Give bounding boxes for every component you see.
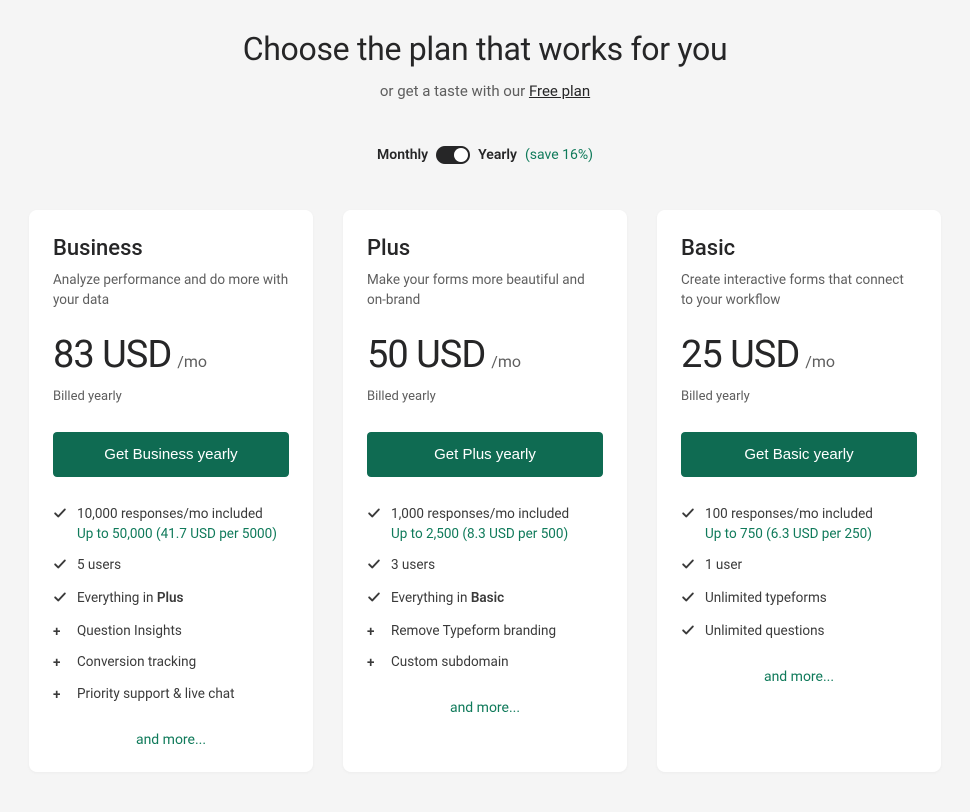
free-plan-link[interactable]: Free plan [529,82,590,100]
monthly-label[interactable]: Monthly [377,147,428,163]
feature-item: 3 users [367,550,603,583]
pricing-cards: Business Analyze performance and do more … [28,210,942,772]
plan-period: /mo [805,352,835,371]
get-basic-button[interactable]: Get Basic yearly [681,432,917,477]
feature-text: 5 users [77,556,121,577]
plan-card-basic: Basic Create interactive forms that conne… [657,210,941,772]
plus-icon: + [367,654,381,673]
check-icon [681,557,695,577]
check-icon [681,623,695,643]
feature-text: 3 users [391,556,435,577]
page-title: Choose the plan that works for you [28,30,942,68]
check-icon [681,590,695,610]
plan-description: Analyze performance and do more with you… [53,271,289,311]
and-more-link[interactable]: and more... [450,700,520,716]
plan-period: /mo [177,352,207,371]
plan-billed: Billed yearly [681,389,917,404]
plus-icon: + [53,623,67,642]
check-icon [367,506,381,544]
and-more: and more... [53,729,289,748]
get-plus-button[interactable]: Get Plus yearly [367,432,603,477]
plus-icon: + [53,654,67,673]
plan-description: Make your forms more beautiful and on-br… [367,271,603,311]
check-icon [53,557,67,577]
plan-price-row: 83 USD/mo [53,333,289,377]
feature-item: + Custom subdomain [367,647,603,679]
feature-text: Conversion tracking [77,653,196,673]
check-icon [367,590,381,610]
feature-item: + Question Insights [53,616,289,648]
feature-subtext: Up to 2,500 (8.3 USD per 500) [391,525,569,544]
feature-item: 10,000 responses/mo includedUp to 50,000… [53,499,289,550]
billing-toggle-row: Monthly Yearly (save 16%) [28,146,942,164]
feature-item: Everything in Basic [367,583,603,616]
get-business-button[interactable]: Get Business yearly [53,432,289,477]
plan-billed: Billed yearly [367,389,603,404]
feature-subtext: Up to 50,000 (41.7 USD per 5000) [77,525,277,544]
check-icon [367,557,381,577]
and-more: and more... [681,666,917,685]
feature-item: + Remove Typeform branding [367,616,603,648]
plan-name: Plus [367,236,603,261]
subtitle: or get a taste with our Free plan [28,82,942,100]
plan-period: /mo [491,352,521,371]
plan-description: Create interactive forms that connect to… [681,271,917,311]
feature-text: Everything in Basic [391,589,504,610]
feature-text: Everything in Plus [77,589,183,610]
feature-text: Remove Typeform branding [391,622,556,642]
feature-text: 100 responses/mo includedUp to 750 (6.3 … [705,505,873,544]
save-badge: (save 16%) [525,147,593,163]
plan-price-row: 25 USD/mo [681,333,917,377]
plan-price-row: 50 USD/mo [367,333,603,377]
plan-name: Business [53,236,289,261]
feature-item: 1 user [681,550,917,583]
feature-item: + Conversion tracking [53,647,289,679]
feature-item: 1,000 responses/mo includedUp to 2,500 (… [367,499,603,550]
billing-toggle[interactable] [436,146,470,164]
feature-text: Unlimited questions [705,622,825,643]
feature-text: Priority support & live chat [77,685,235,705]
check-icon [53,506,67,544]
plus-icon: + [367,623,381,642]
plan-price: 83 USD [53,333,171,377]
subtitle-prefix: or get a taste with our [380,82,529,100]
feature-text: Custom subdomain [391,653,509,673]
feature-item: Unlimited questions [681,616,917,649]
feature-text: 10,000 responses/mo includedUp to 50,000… [77,505,277,544]
plan-card-business: Business Analyze performance and do more … [29,210,313,772]
feature-item: Everything in Plus [53,583,289,616]
feature-subtext: Up to 750 (6.3 USD per 250) [705,525,873,544]
feature-text: 1 user [705,556,742,577]
plan-price: 25 USD [681,333,799,377]
feature-item: 5 users [53,550,289,583]
feature-item: + Priority support & live chat [53,679,289,711]
plan-card-plus: Plus Make your forms more beautiful and o… [343,210,627,772]
and-more: and more... [367,697,603,716]
yearly-label[interactable]: Yearly [478,147,517,163]
feature-text: Question Insights [77,622,182,642]
feature-text: Unlimited typeforms [705,589,827,610]
plan-features: 10,000 responses/mo includedUp to 50,000… [53,499,289,711]
feature-item: Unlimited typeforms [681,583,917,616]
plan-features: 100 responses/mo includedUp to 750 (6.3 … [681,499,917,648]
feature-item: 100 responses/mo includedUp to 750 (6.3 … [681,499,917,550]
plan-name: Basic [681,236,917,261]
plus-icon: + [53,686,67,705]
check-icon [53,590,67,610]
feature-text: 1,000 responses/mo includedUp to 2,500 (… [391,505,569,544]
plan-billed: Billed yearly [53,389,289,404]
check-icon [681,506,695,544]
and-more-link[interactable]: and more... [136,732,206,748]
plan-features: 1,000 responses/mo includedUp to 2,500 (… [367,499,603,679]
and-more-link[interactable]: and more... [764,669,834,685]
plan-price: 50 USD [367,333,485,377]
